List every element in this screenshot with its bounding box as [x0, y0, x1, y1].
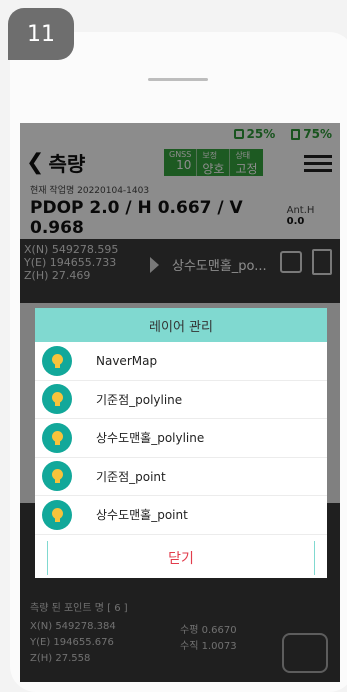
layer-label: NaverMap: [96, 353, 158, 368]
layer-manager-dialog: 레이어 관리 NaverMap 기준점_polyline 상수도맨홀_polyl…: [35, 308, 327, 578]
lightbulb-icon[interactable]: [42, 461, 72, 492]
lightbulb-icon[interactable]: [42, 499, 72, 530]
dialog-title: 레이어 관리: [35, 308, 327, 342]
layer-item[interactable]: 기준점_point: [35, 458, 327, 496]
layer-label: 기준점_point: [96, 469, 166, 484]
layer-item[interactable]: 상수도맨홀_polyline: [35, 419, 327, 458]
layer-label: 기준점_polyline: [96, 392, 183, 407]
lightbulb-icon[interactable]: [42, 345, 72, 376]
layer-item[interactable]: NaverMap: [35, 342, 327, 381]
layer-item[interactable]: 기준점_polyline: [35, 381, 327, 419]
layer-label: 상수도맨홀_polyline: [96, 431, 205, 446]
step-number-badge: 11: [8, 8, 74, 60]
sheet-grabber[interactable]: [148, 78, 208, 81]
lightbulb-icon[interactable]: [42, 384, 72, 415]
layer-label: 상수도맨홀_point: [96, 508, 188, 523]
close-button[interactable]: 닫기: [47, 540, 315, 575]
lightbulb-icon[interactable]: [42, 422, 72, 453]
layer-item[interactable]: 상수도맨홀_point: [35, 496, 327, 535]
